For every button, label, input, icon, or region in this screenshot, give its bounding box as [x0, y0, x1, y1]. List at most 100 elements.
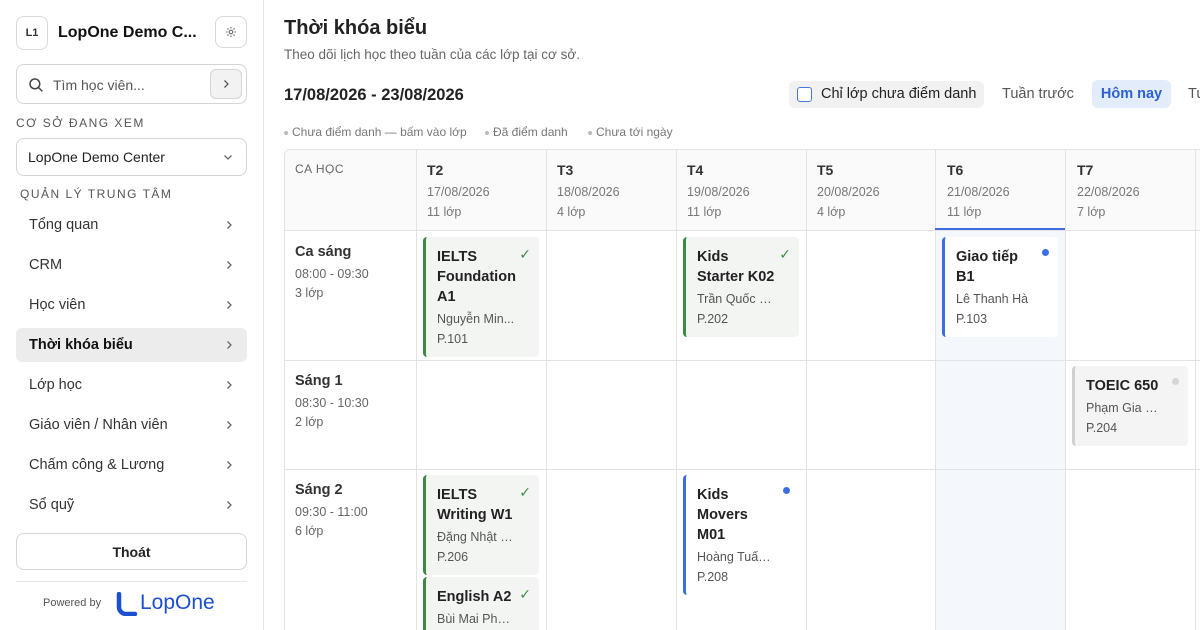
class-title: English A2	[437, 589, 512, 605]
chevron-right-icon	[227, 221, 232, 229]
legend-item-future: Chưa tới ngày	[588, 125, 673, 139]
chevron-right-icon	[227, 421, 232, 429]
slot-name: Sáng 1	[295, 373, 343, 389]
divider	[16, 581, 247, 582]
legend-dot	[284, 130, 288, 135]
next-week-button[interactable]: Tu	[1188, 86, 1200, 102]
logout-button[interactable]: Thoát	[16, 533, 247, 570]
legend-label: Đã điểm danh	[493, 125, 568, 139]
class-card[interactable]: Kids Movers M01 Hoàng Tuấn ... P.208	[683, 475, 799, 595]
day-count: 11 lớp	[427, 205, 462, 219]
nav-item-overview[interactable]: Tổng quan	[16, 208, 247, 242]
class-card[interactable]: IELTS Foundation A1 Nguyễn Min... P.101 …	[423, 237, 539, 357]
sidebar: L1 LopOne Demo C... CƠ SỞ ĐANG XEM LopOn…	[0, 0, 264, 630]
class-title: Kids Movers M01	[697, 487, 748, 543]
lopone-logo[interactable]: LopOne	[116, 591, 236, 617]
class-room: P.103	[956, 312, 988, 326]
day-count: 4 lớp	[557, 205, 586, 219]
section-label-viewing: CƠ SỞ ĐANG XEM	[16, 116, 145, 130]
check-icon: ✓	[519, 246, 531, 262]
class-room: P.208	[697, 570, 729, 584]
slot-time: 09:30 - 11:00	[295, 505, 368, 519]
day-count: 7 lớp	[1077, 205, 1106, 219]
nav-label: Lớp học	[29, 377, 83, 393]
grid-line	[285, 360, 1200, 361]
settings-button[interactable]	[215, 16, 247, 48]
chevron-right-icon	[227, 301, 232, 309]
today-underline	[935, 228, 1065, 230]
day-count: 4 lớp	[817, 205, 846, 219]
unattended-filter[interactable]: Chỉ lớp chưa điểm danh	[789, 81, 984, 108]
chevron-right-icon	[227, 381, 232, 389]
student-search	[16, 64, 247, 104]
check-icon: ✓	[519, 586, 531, 602]
grid-line	[935, 150, 936, 630]
class-teacher: Nguyễn Min...	[437, 312, 515, 326]
main-content: Thời khóa biểu Theo dõi lịch học theo tu…	[264, 0, 1200, 630]
legend-dot	[588, 130, 592, 135]
day-code: T4	[687, 162, 704, 178]
grid-line	[676, 150, 677, 630]
nav-label: Thời khóa biểu	[29, 337, 133, 353]
nav-label: CRM	[29, 257, 63, 273]
day-date: 19/08/2026	[687, 185, 750, 199]
day-code: T3	[557, 162, 574, 178]
class-title: Giao tiếp B1	[956, 249, 1019, 285]
grid-line	[285, 469, 1200, 470]
prev-week-button[interactable]: Tuần trước	[1002, 86, 1074, 102]
chevron-right-icon	[227, 461, 232, 469]
day-code: T7	[1077, 162, 1094, 178]
lopone-mark-icon	[116, 592, 138, 616]
center-name[interactable]: LopOne Demo C...	[58, 24, 208, 42]
page-subtitle: Theo dõi lịch học theo tuần của các lớp …	[284, 47, 580, 62]
brand-header: L1 LopOne Demo C...	[16, 16, 247, 50]
class-title: TOEIC 650	[1086, 378, 1159, 394]
grid-line	[285, 230, 1200, 231]
search-icon	[29, 78, 43, 92]
nav-label: Tổng quan	[29, 217, 99, 233]
class-teacher: Lê Thanh Hà	[956, 292, 1029, 306]
chevron-right-icon	[227, 501, 232, 509]
nav-item-cashbook[interactable]: Sổ quỹ	[16, 488, 247, 522]
filter-checkbox[interactable]	[797, 87, 812, 102]
nav-item-classes[interactable]: Lớp học	[16, 368, 247, 402]
status-dot	[783, 487, 790, 494]
search-input[interactable]	[53, 74, 203, 96]
nav-item-timetable[interactable]: Thời khóa biểu	[16, 328, 247, 362]
class-card[interactable]: TOEIC 650 Phạm Gia Huy P.204	[1072, 366, 1188, 446]
day-code: T6	[947, 162, 964, 178]
center-select[interactable]: LopOne Demo Center	[16, 138, 247, 176]
search-submit-button[interactable]	[210, 69, 242, 99]
day-count: 11 lớp	[947, 205, 982, 219]
class-room: P.206	[437, 550, 469, 564]
nav-item-staff[interactable]: Giáo viên / Nhân viên	[16, 408, 247, 442]
day-code: T2	[427, 162, 444, 178]
grid-line	[1065, 150, 1066, 630]
class-card[interactable]: Giao tiếp B1 Lê Thanh Hà P.103	[942, 237, 1058, 337]
day-count: 11 lớp	[687, 205, 722, 219]
legend-dot	[485, 130, 489, 135]
class-title: IELTS Writing W1	[437, 487, 513, 523]
chevron-right-icon	[224, 80, 229, 88]
legend-item-unattended: Chưa điểm danh — bấm vào lớp	[284, 125, 467, 139]
today-button[interactable]: Hôm nay	[1092, 80, 1171, 108]
nav-item-payroll[interactable]: Chấm công & Lương	[16, 448, 247, 482]
slot-name: Ca sáng	[295, 244, 352, 260]
class-card[interactable]: Kids Starter K02 Trần Quốc B... P.202 ✓	[683, 237, 799, 337]
check-icon: ✓	[519, 484, 531, 500]
grid-line	[806, 150, 807, 630]
grid-line	[1195, 150, 1196, 630]
class-card[interactable]: English A2 Bùi Mai Phư... ✓	[423, 577, 539, 630]
class-card[interactable]: IELTS Writing W1 Đặng Nhật N... P.206 ✓	[423, 475, 539, 575]
nav-item-students[interactable]: Học viên	[16, 288, 247, 322]
center-logo[interactable]: L1	[16, 16, 48, 50]
nav-item-crm[interactable]: CRM	[16, 248, 247, 282]
class-title: IELTS Foundation A1	[437, 249, 516, 305]
slot-name: Sáng 2	[295, 482, 343, 498]
page-title: Thời khóa biểu	[284, 17, 428, 39]
section-label-manage: QUẢN LÝ TRUNG TÂM	[20, 187, 173, 201]
date-range: 17/08/2026 - 23/08/2026	[284, 86, 464, 104]
slot-count: 2 lớp	[295, 415, 324, 429]
slot-count: 6 lớp	[295, 524, 324, 538]
slot-column-header: CA HỌC	[295, 162, 345, 176]
